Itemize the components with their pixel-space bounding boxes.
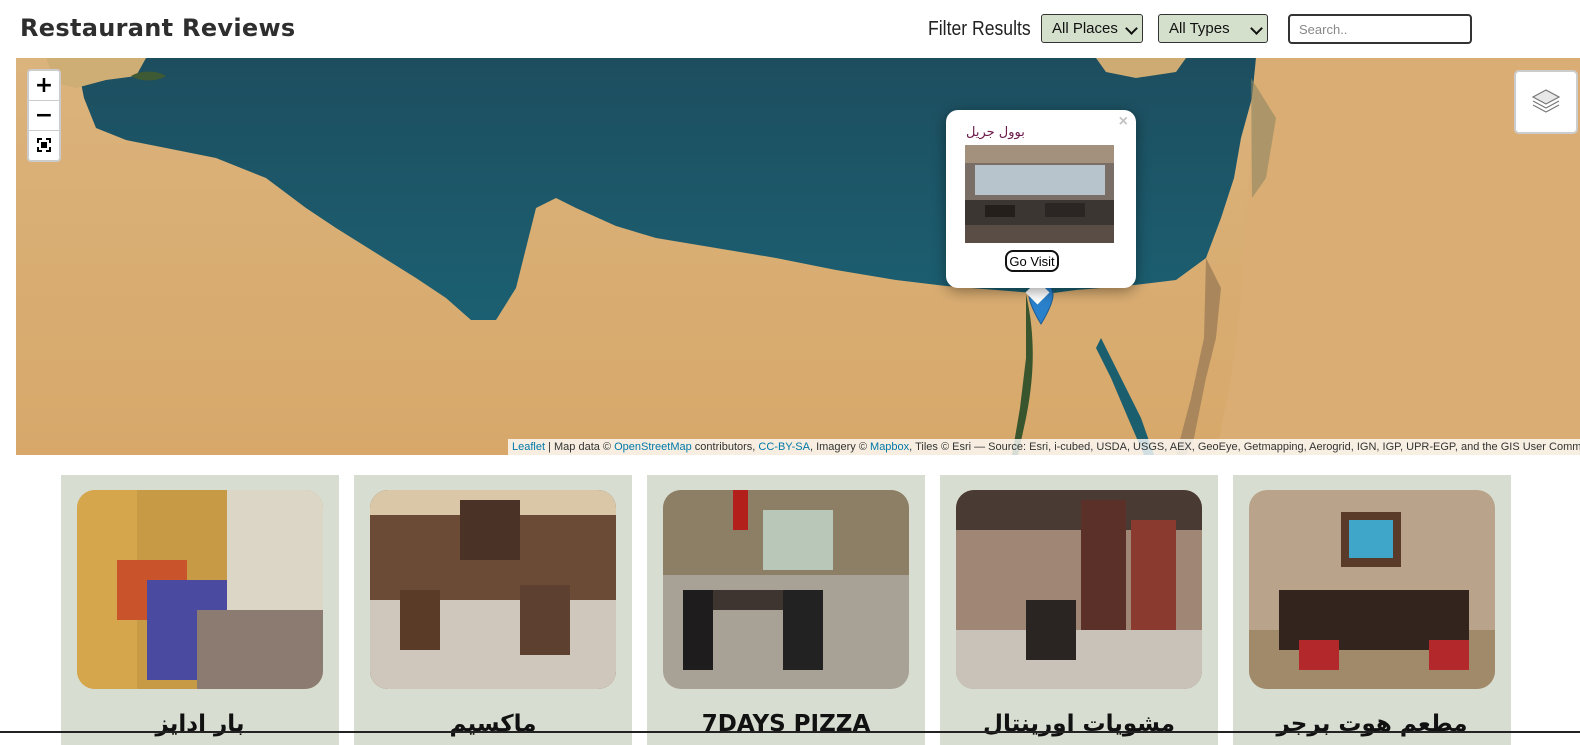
popup-close-button[interactable]: ×	[1119, 113, 1128, 131]
page-title: Restaurant Reviews	[20, 14, 296, 42]
zoom-control: + −	[27, 69, 61, 162]
chevron-down-icon	[1125, 22, 1138, 35]
restaurant-card[interactable]: ماكسيم	[354, 475, 632, 745]
mapbox-link[interactable]: Mapbox	[870, 441, 909, 453]
restaurant-name: 7DAYS PIZZA	[701, 711, 871, 737]
restaurant-name: بار ادايز	[155, 711, 245, 737]
attribution-text: , Imagery ©	[809, 441, 871, 453]
attribution-text: contributors,	[691, 441, 759, 453]
fullscreen-icon	[37, 138, 51, 152]
restaurant-card[interactable]: مشويات اورينتال	[940, 475, 1218, 745]
restaurant-name: مطعم هوت برجر	[1276, 711, 1468, 737]
map-attribution: Leaflet | Map data © OpenStreetMap contr…	[508, 439, 1580, 455]
popup-restaurant-photo	[965, 145, 1114, 243]
layers-icon	[1531, 89, 1561, 113]
restaurant-card[interactable]: 7DAYS PIZZA	[647, 475, 925, 745]
osm-link[interactable]: OpenStreetMap	[614, 441, 692, 453]
restaurant-photo	[663, 490, 909, 689]
page-divider	[0, 731, 1580, 733]
filter-results-label: Filter Results	[928, 18, 1031, 40]
go-visit-button[interactable]: Go Visit	[1005, 250, 1059, 272]
fullscreen-button[interactable]	[29, 131, 59, 160]
restaurant-name: مشويات اورينتال	[983, 711, 1175, 737]
places-select[interactable]: All Places	[1041, 14, 1143, 43]
restaurant-photo	[77, 490, 323, 689]
leaflet-link[interactable]: Leaflet	[512, 441, 545, 453]
search-input[interactable]: Search..	[1288, 14, 1472, 44]
types-select[interactable]: All Types	[1158, 14, 1268, 43]
map[interactable]: + − × بوول جريل Go Visit Leaflet | Map d…	[16, 58, 1580, 455]
restaurant-card[interactable]: مطعم هوت برجر	[1233, 475, 1511, 745]
restaurant-photo	[956, 490, 1202, 689]
popup-title: بوول جريل	[966, 125, 1025, 140]
map-popup: × بوول جريل Go Visit	[946, 110, 1136, 288]
restaurant-photo	[370, 490, 616, 689]
restaurant-card[interactable]: بار ادايز	[61, 475, 339, 745]
license-link[interactable]: CC-BY-SA	[758, 441, 810, 453]
satellite-map-imagery	[16, 58, 1580, 455]
attribution-text: , Tiles © Esri — Source: Esri, i-cubed, …	[909, 441, 1580, 453]
zoom-out-button[interactable]: −	[29, 101, 59, 131]
layers-button[interactable]	[1514, 70, 1578, 134]
places-select-value: All Places	[1052, 20, 1118, 37]
chevron-down-icon	[1250, 22, 1263, 35]
types-select-value: All Types	[1169, 20, 1230, 37]
zoom-in-button[interactable]: +	[29, 71, 59, 101]
attribution-text: | Map data ©	[545, 441, 615, 453]
restaurant-photo	[1249, 490, 1495, 689]
restaurant-name: ماكسيم	[449, 711, 537, 737]
